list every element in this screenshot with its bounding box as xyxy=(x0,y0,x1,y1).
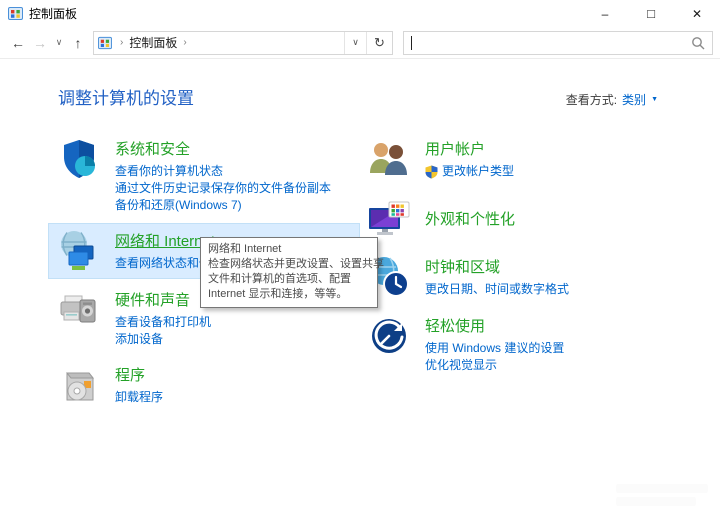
link-change-account-type[interactable]: 更改帐户类型 xyxy=(442,163,514,180)
tooltip-title: 网络和 Internet xyxy=(208,242,370,257)
uac-shield-icon xyxy=(425,165,438,179)
link-file-history-backup[interactable]: 通过文件历史记录保存你的文件备份副本 xyxy=(115,180,331,197)
close-button[interactable]: ✕ xyxy=(674,0,720,27)
tooltip-network-internet: 网络和 Internet 检查网络状态并更改设置、设置共享 文件和计算机的首选项… xyxy=(200,237,378,308)
view-by-value-link[interactable]: 类别 xyxy=(622,91,646,108)
link-change-date-time-number-formats[interactable]: 更改日期、时间或数字格式 xyxy=(425,281,569,298)
breadcrumb-control-panel[interactable]: 控制面板 xyxy=(129,34,177,51)
chevron-right-icon: › xyxy=(183,37,186,48)
tooltip-line: 文件和计算机的首选项、配置 xyxy=(208,272,370,287)
page-header: 调整计算机的设置 查看方式: 类别 ▼ xyxy=(0,59,720,109)
category-title-user-accounts[interactable]: 用户帐户 xyxy=(425,138,485,159)
ease-of-access-icon[interactable] xyxy=(367,314,415,358)
link-uninstall-program[interactable]: 卸载程序 xyxy=(115,389,163,406)
history-dropdown-icon[interactable]: ∨ xyxy=(51,37,67,48)
category-title-hardware-sound[interactable]: 硬件和声音 xyxy=(115,289,190,310)
watermark xyxy=(616,480,708,506)
page-title: 调整计算机的设置 xyxy=(58,84,194,109)
forward-button[interactable]: → xyxy=(29,35,51,51)
view-by-label: 查看方式: xyxy=(566,91,617,108)
category-clock-region: 时钟和区域 更改日期、时间或数字格式 xyxy=(358,249,688,305)
hardware-sound-icon[interactable] xyxy=(57,288,105,332)
category-title-system-security[interactable]: 系统和安全 xyxy=(115,138,190,159)
up-button[interactable]: ↑ xyxy=(67,35,89,51)
control-panel-icon xyxy=(8,6,23,21)
category-column-right: 用户帐户 更改帐户类型 外观和个性化 时钟和区域 xyxy=(358,131,688,416)
link-add-device[interactable]: 添加设备 xyxy=(115,331,211,348)
category-appearance-personalization: 外观和个性化 xyxy=(358,190,688,246)
link-optimize-visual-display[interactable]: 优化视觉显示 xyxy=(425,357,564,374)
back-button[interactable]: ← xyxy=(7,35,29,51)
search-icon[interactable] xyxy=(691,36,705,50)
link-view-devices-printers[interactable]: 查看设备和打印机 xyxy=(115,314,211,331)
tooltip-line: Internet 显示和连接，等等。 xyxy=(208,287,370,302)
category-programs: 程序 卸载程序 xyxy=(48,357,360,413)
programs-icon[interactable] xyxy=(57,363,105,407)
maximize-button[interactable]: □ xyxy=(628,0,674,27)
chevron-right-icon: › xyxy=(120,37,123,48)
view-by-control: 查看方式: 类别 ▼ xyxy=(566,91,658,108)
category-ease-of-access: 轻松使用 使用 Windows 建议的设置 优化视觉显示 xyxy=(358,308,688,380)
system-security-icon[interactable] xyxy=(57,137,105,181)
category-title-programs[interactable]: 程序 xyxy=(115,364,145,385)
search-input[interactable] xyxy=(412,32,691,54)
link-view-computer-status[interactable]: 查看你的计算机状态 xyxy=(115,163,331,180)
category-title-appearance-personalization[interactable]: 外观和个性化 xyxy=(425,208,515,229)
link-backup-restore-win7[interactable]: 备份和还原(Windows 7) xyxy=(115,197,331,214)
search-box[interactable] xyxy=(403,31,713,55)
user-accounts-icon[interactable] xyxy=(367,137,415,181)
category-user-accounts: 用户帐户 更改帐户类型 xyxy=(358,131,688,187)
network-internet-icon[interactable] xyxy=(57,229,105,273)
address-bar[interactable]: › 控制面板 › ∨ ↻ xyxy=(93,31,393,55)
chevron-down-icon[interactable]: ▼ xyxy=(651,96,658,103)
link-windows-suggested-settings[interactable]: 使用 Windows 建议的设置 xyxy=(425,340,564,357)
breadcrumb: › 控制面板 › xyxy=(94,32,344,54)
category-title-clock-region[interactable]: 时钟和区域 xyxy=(425,256,500,277)
address-dropdown-icon[interactable]: ∨ xyxy=(344,32,366,54)
navigation-toolbar: ← → ∨ ↑ › 控制面板 › ∨ ↻ xyxy=(0,27,720,59)
title-bar: 控制面板 – □ ✕ xyxy=(0,0,720,27)
tooltip-line: 检查网络状态并更改设置、设置共享 xyxy=(208,257,370,272)
control-panel-icon xyxy=(98,36,112,50)
minimize-button[interactable]: – xyxy=(582,0,628,27)
category-title-ease-of-access[interactable]: 轻松使用 xyxy=(425,315,485,336)
appearance-personalization-icon[interactable] xyxy=(367,196,415,240)
refresh-icon[interactable]: ↻ xyxy=(366,32,392,54)
window-title: 控制面板 xyxy=(29,5,77,22)
category-system-security: 系统和安全 查看你的计算机状态 通过文件历史记录保存你的文件备份副本 备份和还原… xyxy=(48,131,360,220)
